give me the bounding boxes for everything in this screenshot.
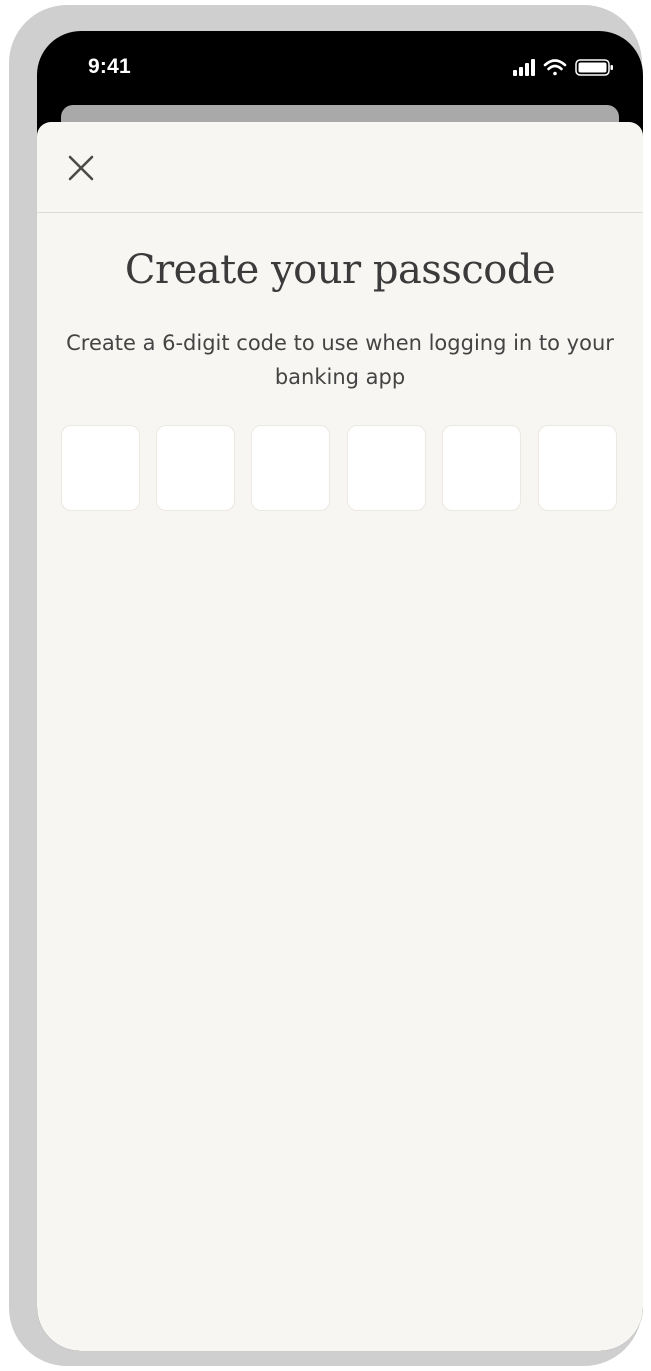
status-time: 9:41 xyxy=(88,55,131,78)
phone-screen: 9:41 Create your passcode Create a 6-dig… xyxy=(37,31,643,1351)
passcode-digit-2[interactable] xyxy=(156,425,235,511)
close-icon[interactable] xyxy=(65,152,97,184)
passcode-digit-1[interactable] xyxy=(61,425,140,511)
status-icons xyxy=(513,59,613,76)
page-subtitle: Create a 6-digit code to use when loggin… xyxy=(66,331,614,389)
passcode-digit-5[interactable] xyxy=(442,425,521,511)
signal-icon xyxy=(513,59,535,76)
passcode-digit-6[interactable] xyxy=(538,425,617,511)
wifi-icon xyxy=(543,59,567,76)
sheet-header xyxy=(37,122,643,213)
passcode-digit-3[interactable] xyxy=(251,425,330,511)
passcode-input-row xyxy=(61,425,619,513)
passcode-digit-4[interactable] xyxy=(347,425,426,511)
status-bar: 9:41 xyxy=(37,31,643,101)
page-title: Create your passcode xyxy=(124,247,556,293)
battery-icon xyxy=(575,59,613,76)
passcode-sheet: Create your passcode Create a 6-digit co… xyxy=(37,122,643,1351)
device-frame: 9:41 Create your passcode Create a 6-dig… xyxy=(9,5,643,1366)
